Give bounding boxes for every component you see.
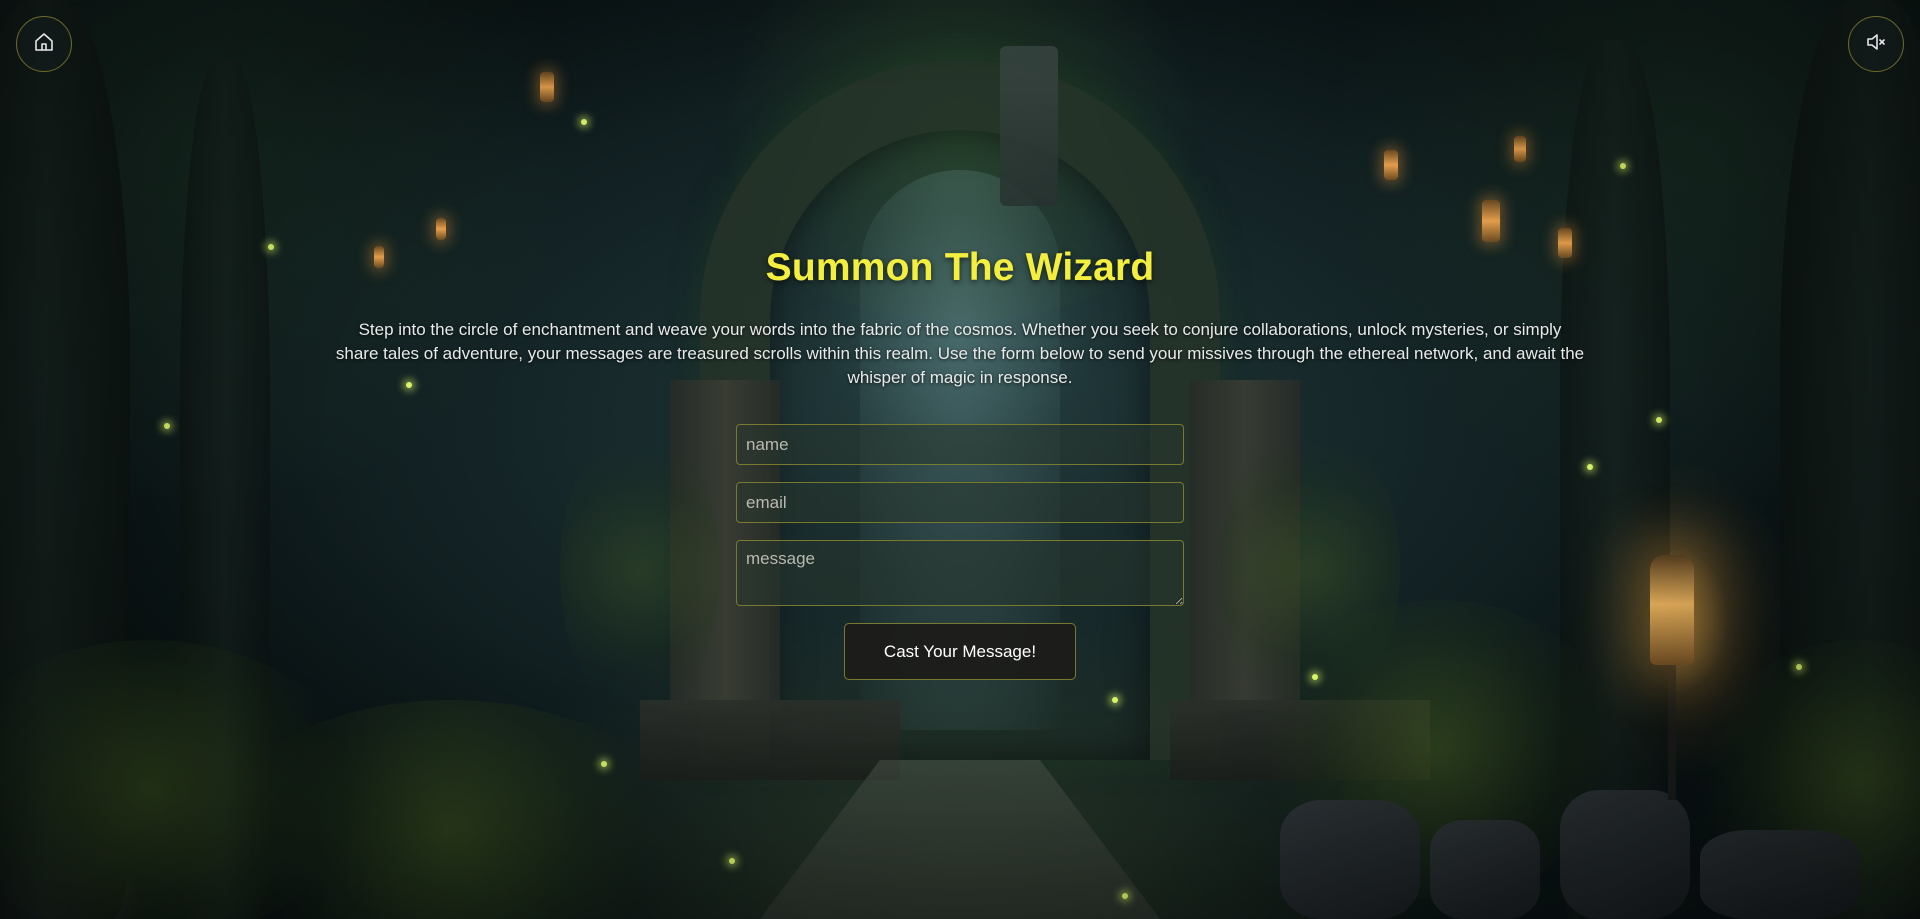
message-textarea[interactable] bbox=[736, 540, 1184, 606]
volume-muted-icon bbox=[1864, 30, 1888, 59]
page-description: Step into the circle of enchantment and … bbox=[335, 320, 1585, 387]
email-input[interactable] bbox=[736, 482, 1184, 523]
contact-section: Summon The Wizard Step into the circle o… bbox=[0, 236, 1920, 680]
cast-message-button[interactable]: Cast Your Message! bbox=[844, 623, 1076, 680]
name-input[interactable] bbox=[736, 424, 1184, 465]
home-icon bbox=[32, 30, 56, 59]
home-button[interactable] bbox=[16, 16, 72, 72]
page-title: Summon The Wizard bbox=[765, 246, 1155, 289]
contact-form: Cast Your Message! bbox=[736, 424, 1184, 680]
sound-toggle-button[interactable] bbox=[1848, 16, 1904, 72]
